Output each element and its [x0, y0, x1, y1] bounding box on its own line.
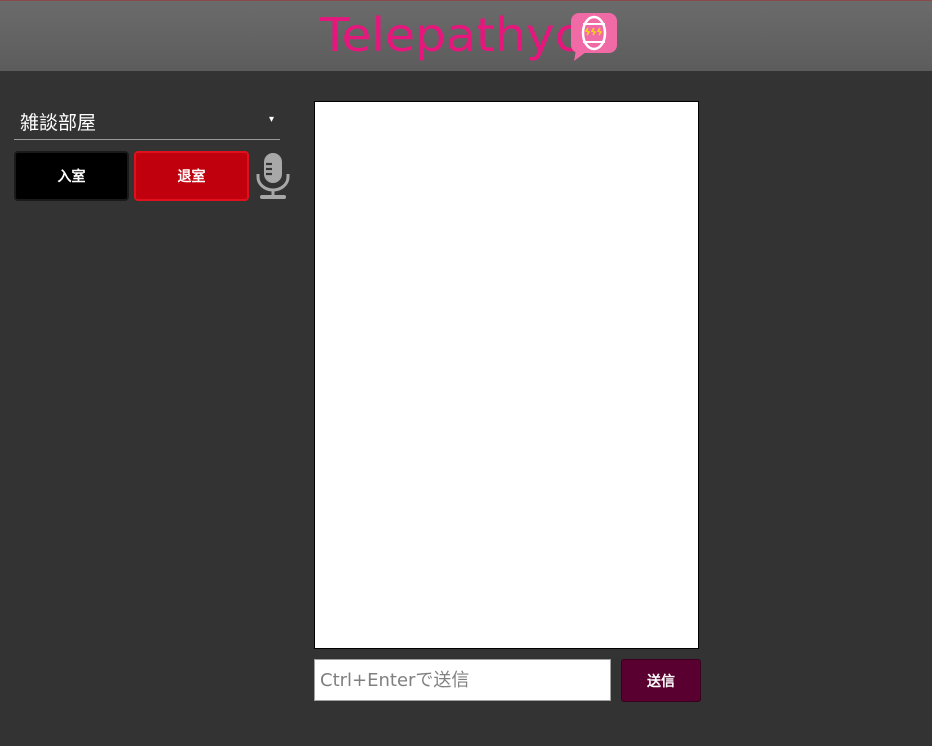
- room-select[interactable]: 雑談部屋 ▾: [14, 100, 280, 140]
- chat-log[interactable]: [314, 101, 699, 649]
- enter-room-label: 入室: [57, 169, 86, 185]
- speech-bubble-head-icon: [571, 13, 617, 61]
- app-page: Telepathyc 雑談部屋 ▾ 入室 退室 Ctrl+Enterで送信 送信: [0, 0, 932, 746]
- chevron-down-icon: ▾: [268, 114, 274, 125]
- enter-room-button[interactable]: 入室: [14, 151, 129, 201]
- send-label: 送信: [647, 673, 675, 690]
- message-input[interactable]: [314, 659, 611, 701]
- microphone-icon[interactable]: [255, 152, 291, 200]
- brand-logo: Telepathyc: [320, 7, 617, 63]
- brand-name: Telepathyc: [320, 8, 582, 62]
- leave-room-button[interactable]: 退室: [134, 151, 249, 201]
- header-bar: Telepathyc: [0, 0, 932, 71]
- room-select-value: 雑談部屋: [20, 112, 97, 134]
- leave-room-label: 退室: [177, 169, 206, 185]
- send-button[interactable]: 送信: [621, 659, 701, 702]
